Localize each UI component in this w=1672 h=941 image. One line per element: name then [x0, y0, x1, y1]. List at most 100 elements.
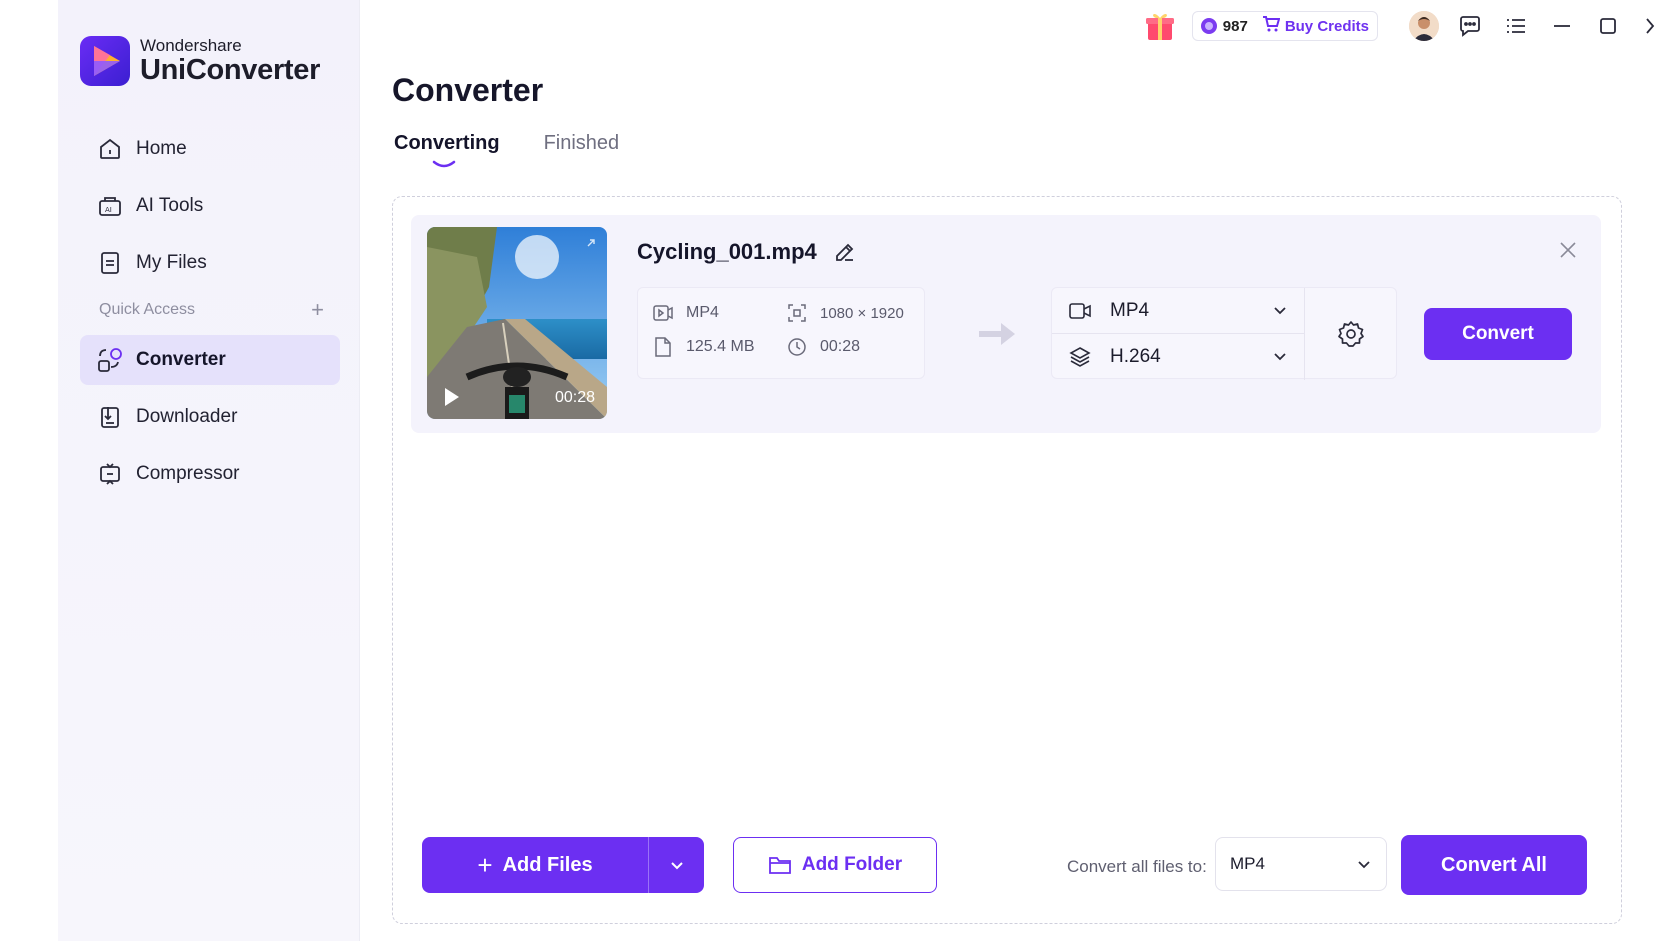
sidebar-item-label: Compressor: [136, 463, 240, 484]
output-codec-select[interactable]: H.264: [1052, 334, 1304, 380]
downloader-icon: [96, 403, 124, 431]
add-quick-access-icon[interactable]: +: [311, 297, 324, 323]
sidebar-item-ai-tools[interactable]: AI AI Tools: [80, 181, 340, 231]
avatar: [1409, 11, 1439, 41]
gift-icon[interactable]: [1142, 8, 1178, 44]
source-duration: 00:28: [786, 336, 860, 358]
sidebar: Wondershare UniConverter Home AI AI Tool…: [58, 0, 360, 941]
add-files-dropdown-button[interactable]: [649, 837, 704, 893]
sidebar-item-label: Downloader: [136, 406, 238, 427]
sidebar-item-label: Converter: [136, 349, 226, 370]
my-files-icon: [96, 249, 124, 277]
convert-all-to-label: Convert all files to:: [1067, 857, 1207, 876]
source-format: MP4: [652, 302, 719, 324]
close-icon[interactable]: [1557, 239, 1579, 261]
chevron-down-icon: [1274, 353, 1286, 361]
expand-icon[interactable]: [585, 237, 597, 249]
source-size-value: 125.4 MB: [686, 338, 755, 355]
account-button[interactable]: [1406, 8, 1442, 44]
chevron-down-icon: [670, 862, 683, 870]
video-thumbnail[interactable]: 00:28: [427, 227, 607, 419]
page-title: Converter: [392, 72, 544, 108]
file-card: 00:28 Cycling_001.mp4 MP4 1080 × 1920 12…: [411, 215, 1601, 433]
output-format-select[interactable]: MP4: [1052, 288, 1304, 334]
arrow-right-icon: [979, 323, 1015, 345]
output-codec-value: H.264: [1110, 346, 1161, 367]
add-folder-button[interactable]: Add Folder: [733, 837, 937, 893]
output-settings-box: MP4 H.264: [1051, 287, 1398, 380]
coin-icon: [1200, 18, 1217, 34]
buy-credits-link[interactable]: Buy Credits: [1285, 18, 1369, 35]
file-icon: [652, 336, 674, 358]
convert-all-format-select[interactable]: MP4: [1215, 837, 1387, 891]
ai-tools-icon: AI: [96, 192, 124, 220]
sidebar-item-label: Home: [136, 138, 187, 159]
home-icon: [96, 135, 124, 163]
convert-all-format-value: MP4: [1230, 854, 1265, 873]
resolution-icon: [786, 302, 808, 324]
sidebar-item-label: AI Tools: [136, 195, 204, 216]
compressor-icon: [96, 460, 124, 488]
svg-text:AI: AI: [105, 206, 112, 214]
settings-button[interactable]: [1304, 288, 1398, 380]
tab-converting[interactable]: Converting: [394, 132, 500, 168]
add-files-split-button: + Add Files: [422, 837, 704, 893]
tab-finished[interactable]: Finished: [544, 132, 620, 155]
minimize-icon[interactable]: [1544, 8, 1580, 44]
brand: Wondershare UniConverter: [80, 36, 320, 86]
clock-icon: [786, 336, 808, 358]
video-camera-icon: [1068, 299, 1092, 323]
cart-icon: [1262, 16, 1281, 36]
source-info-box: MP4 1080 × 1920 125.4 MB 00:28: [637, 287, 925, 379]
chevron-down-icon: [1274, 307, 1286, 315]
top-bar: 987 Buy Credits: [1142, 8, 1672, 44]
brand-company: Wondershare: [140, 36, 242, 55]
output-format-value: MP4: [1110, 299, 1150, 321]
add-folder-label: Add Folder: [801, 854, 903, 875]
chevron-down-icon: [1358, 861, 1370, 869]
sidebar-item-downloader[interactable]: Downloader: [80, 392, 340, 442]
tab-active-indicator: [432, 160, 456, 168]
credits-widget[interactable]: 987 Buy Credits: [1191, 11, 1378, 41]
source-resolution-value: 1080 × 1920: [820, 304, 904, 322]
sidebar-item-compressor[interactable]: Compressor: [80, 449, 340, 499]
tab-label: Converting: [394, 132, 500, 154]
file-name-row: Cycling_001.mp4: [637, 239, 857, 265]
sidebar-item-home[interactable]: Home: [80, 124, 340, 174]
source-size: 125.4 MB: [652, 336, 754, 358]
more-icon[interactable]: [1636, 8, 1664, 44]
tab-label: Finished: [543, 132, 620, 154]
add-files-button[interactable]: + Add Files: [422, 837, 648, 893]
sidebar-item-label: My Files: [136, 252, 207, 273]
layers-icon: [1068, 345, 1092, 369]
folder-icon: [768, 855, 792, 875]
thumbnail-duration: 00:28: [554, 389, 595, 406]
video-file-icon: [652, 302, 674, 324]
quick-access-header: Quick Access +: [80, 295, 340, 325]
credits-count: 987: [1222, 17, 1248, 35]
source-format-value: MP4: [686, 304, 719, 321]
plus-icon: +: [477, 850, 493, 880]
uniconverter-logo-icon: [80, 36, 130, 86]
sidebar-nav: Home AI AI Tools My Files Quick Access +: [80, 124, 340, 506]
tabs: Converting Finished: [394, 132, 663, 168]
sidebar-item-my-files[interactable]: My Files: [80, 238, 340, 288]
chat-icon[interactable]: [1452, 8, 1488, 44]
source-resolution: 1080 × 1920: [786, 302, 904, 324]
source-duration-value: 00:28: [820, 338, 861, 355]
convert-button[interactable]: Convert: [1424, 308, 1572, 360]
file-dropzone[interactable]: 00:28 Cycling_001.mp4 MP4 1080 × 1920 12…: [392, 196, 1622, 924]
play-icon[interactable]: [439, 385, 463, 409]
app-window: Wondershare UniConverter Home AI AI Tool…: [58, 0, 1672, 941]
convert-all-button[interactable]: Convert All: [1401, 835, 1587, 895]
add-files-label: Add Files: [502, 853, 593, 876]
quick-access-label: Quick Access: [99, 301, 196, 318]
maximize-icon[interactable]: [1590, 8, 1626, 44]
sidebar-item-converter[interactable]: Converter: [80, 335, 340, 385]
converter-icon: [96, 346, 124, 374]
gear-icon: [1338, 321, 1364, 347]
file-name: Cycling_001.mp4: [637, 239, 817, 264]
brand-product: UniConverter: [140, 54, 321, 86]
menu-icon[interactable]: [1498, 8, 1534, 44]
edit-icon[interactable]: [833, 240, 857, 264]
